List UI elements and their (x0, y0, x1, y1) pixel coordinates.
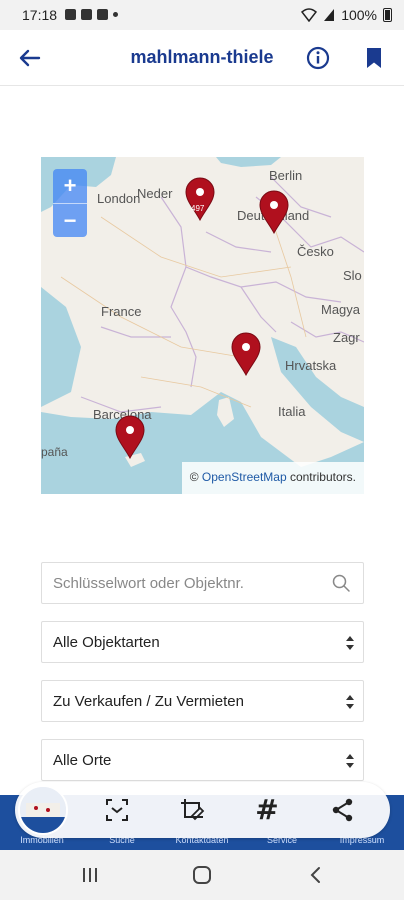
screenshot-thumbnail[interactable] (18, 785, 68, 835)
select-arrows-icon (346, 754, 354, 768)
map-marker-spain[interactable] (114, 415, 146, 459)
recent-apps-icon[interactable] (78, 863, 102, 887)
property-map[interactable]: + − London Neder Deutschland Berlin Česk… (41, 157, 364, 494)
map-label-london: London (97, 191, 141, 206)
offer-type-select[interactable]: Zu Verkaufen / Zu Vermieten (41, 680, 364, 722)
location-value: Alle Orte (53, 752, 112, 769)
zoom-in-button[interactable]: + (53, 169, 87, 203)
home-icon[interactable] (190, 863, 214, 887)
search-field (41, 562, 364, 604)
map-label-magya: Magya (321, 302, 361, 317)
map-label-nederland: Neder (137, 186, 173, 201)
zoom-out-button[interactable]: − (53, 203, 87, 237)
zoom-controls: + − (53, 169, 87, 237)
bookmark-icon[interactable] (360, 44, 388, 72)
map-marker-italy[interactable] (230, 332, 262, 376)
more-notifications-dot-icon (113, 12, 118, 17)
back-icon[interactable] (304, 863, 328, 887)
map-marker-netherlands[interactable] (184, 177, 216, 221)
youtube-notification-icon (97, 9, 108, 20)
map-label-france: France (101, 304, 142, 319)
status-time: 17:18 (22, 7, 58, 23)
search-icon[interactable] (331, 573, 351, 593)
map-marker-number: 497 (191, 204, 205, 213)
info-circle-icon[interactable] (304, 44, 332, 72)
signal-icon (324, 9, 335, 21)
gallery-notification-icon (65, 9, 76, 20)
app-bar: mahlmann-thiele (0, 30, 404, 86)
battery-icon (383, 8, 392, 22)
crop-edit-icon[interactable] (178, 796, 206, 824)
system-navigation-bar (0, 850, 404, 900)
select-arrows-icon (346, 695, 354, 709)
page-title: mahlmann-thiele (130, 47, 274, 67)
screenshot-toolbar: # (15, 782, 390, 838)
hashtag-icon[interactable]: # (253, 796, 281, 824)
notification-icons (65, 9, 118, 20)
search-input[interactable] (42, 563, 363, 603)
battery-percent: 100% (341, 7, 377, 23)
map-label-espana: paña (41, 445, 68, 459)
message-notification-icon (81, 9, 92, 20)
offer-type-value: Zu Verkaufen / Zu Vermieten (53, 693, 244, 710)
property-type-select[interactable]: Alle Objektarten (41, 621, 364, 663)
share-icon[interactable] (329, 796, 357, 824)
map-label-zagr: Zagr (333, 330, 360, 345)
map-marker-germany[interactable] (258, 190, 290, 234)
map-label-slo: Slo (343, 268, 362, 283)
map-label-italia: Italia (278, 404, 306, 419)
thumbnail-map-preview (20, 787, 66, 833)
select-arrows-icon (346, 636, 354, 650)
scroll-capture-icon[interactable] (103, 796, 131, 824)
property-type-value: Alle Objektarten (53, 634, 160, 651)
status-bar: 17:18 100% (0, 0, 404, 30)
openstreetmap-link[interactable]: OpenStreetMap (202, 470, 287, 484)
wifi-icon (301, 8, 318, 22)
location-select[interactable]: Alle Orte (41, 739, 364, 781)
map-attribution: © OpenStreetMap contributors. (181, 462, 364, 494)
map-label-cesko: Česko (297, 244, 334, 259)
map-label-berlin: Berlin (269, 168, 303, 183)
map-label-hrvatska: Hrvatska (285, 358, 337, 373)
